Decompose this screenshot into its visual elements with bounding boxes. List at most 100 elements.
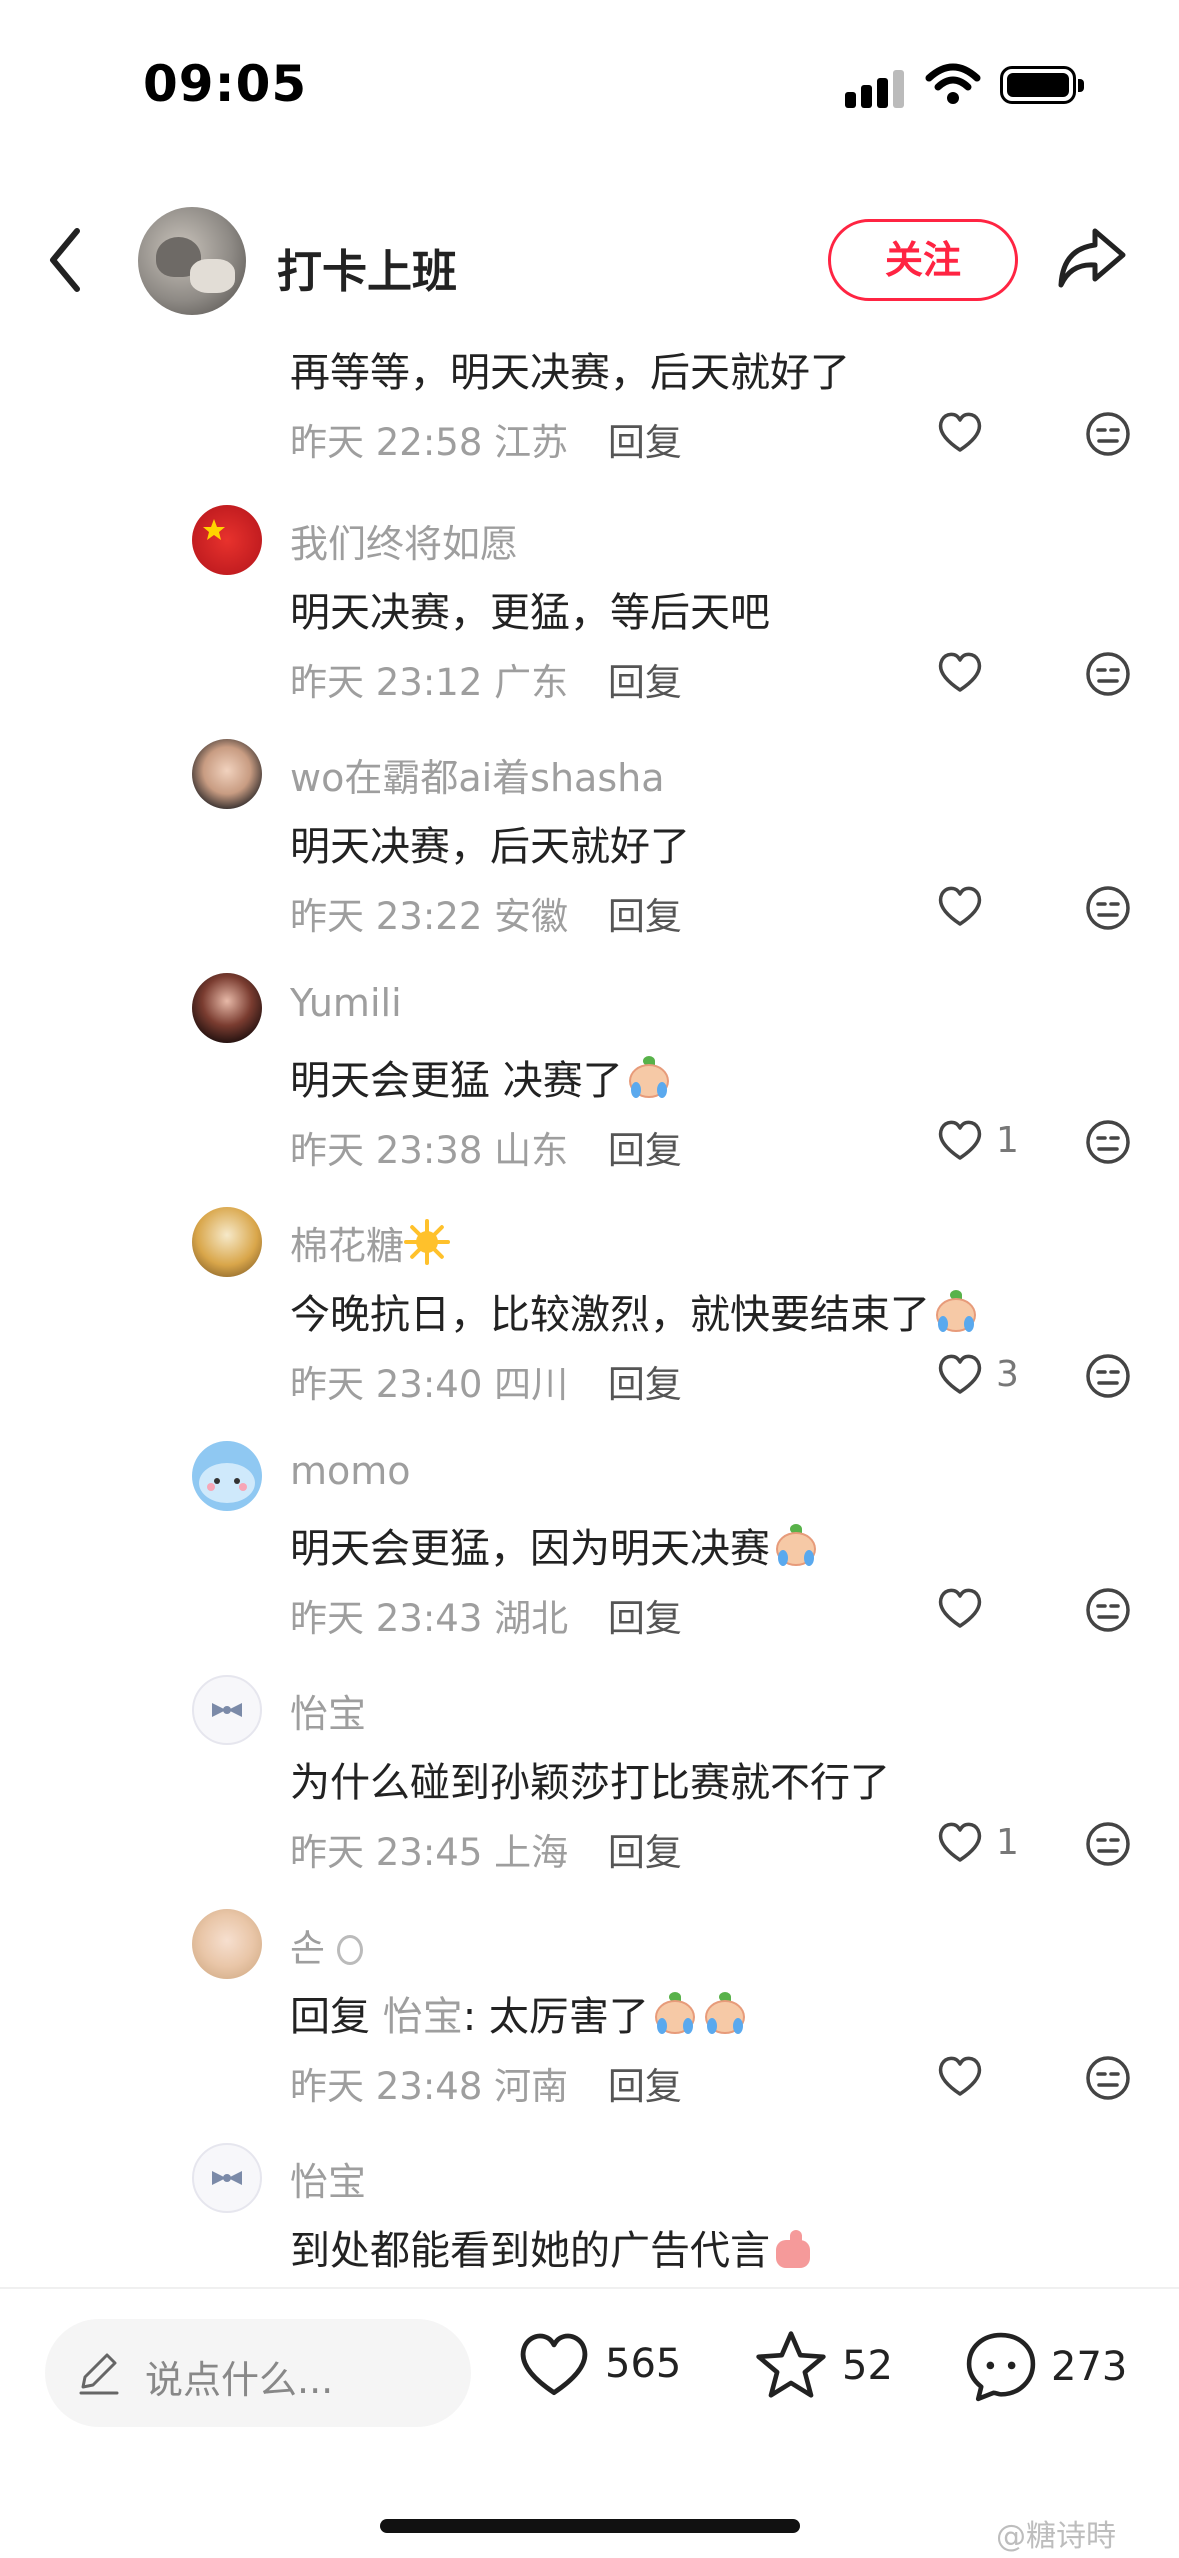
avatar[interactable] (192, 1675, 262, 1745)
header: 打卡上班 关注 (0, 195, 1179, 325)
comment-text: 回复 怡宝: 太厉害了 (290, 1984, 749, 2042)
comments-button[interactable]: 273 (963, 2329, 1127, 2405)
comment-meta: 昨天 23:22 安徽 回复 (290, 886, 682, 940)
comment-time: 昨天 23:12 (290, 661, 483, 704)
comment-text-content: 明天会更猛 决赛了 (290, 1058, 623, 1104)
avatar[interactable] (192, 973, 262, 1043)
avatar[interactable] (192, 1207, 262, 1277)
comment-meta: 昨天 23:48 河南 回复 (290, 2056, 682, 2110)
avatar[interactable] (192, 2143, 262, 2213)
like-button[interactable]: 3 (936, 1352, 1019, 1396)
comment-username[interactable]: 我们终将如愿 (290, 513, 518, 568)
comment-region: 湖北 (494, 1597, 569, 1640)
heart-icon (938, 886, 982, 926)
author-avatar[interactable] (138, 207, 246, 315)
comment-text-content: : 太厉害了 (462, 1994, 649, 2040)
dislike-icon[interactable] (1084, 1820, 1132, 1872)
like-count: 1 (996, 1821, 1019, 1863)
comment-time: 昨天 23:43 (290, 1597, 483, 1640)
avatar[interactable] (192, 1441, 262, 1511)
comment-time: 昨天 23:22 (290, 895, 483, 938)
comment-meta: 昨天 23:43 湖北 回复 (290, 1588, 682, 1642)
signal-icon (845, 68, 905, 108)
comment-count: 273 (1051, 2344, 1128, 2390)
crying-emoji-icon (625, 1056, 673, 1102)
reply-button[interactable]: 回复 (608, 2065, 682, 2108)
reply-button[interactable]: 回复 (608, 1597, 682, 1640)
reply-button[interactable]: 回复 (608, 1363, 682, 1406)
heart-icon (938, 652, 982, 692)
like-button[interactable]: 1 (936, 1118, 1019, 1162)
reply-button[interactable]: 回复 (608, 1831, 682, 1874)
avatar[interactable] (192, 505, 262, 575)
reply-button[interactable]: 回复 (608, 421, 682, 464)
comment-icon (966, 2332, 1036, 2402)
like-button[interactable] (936, 650, 996, 694)
comment-username[interactable]: Yumili (290, 981, 402, 1025)
comment-username[interactable]: 怡宝 (290, 2151, 366, 2206)
comment-time: 昨天 22:58 (290, 421, 483, 464)
pen-icon (77, 2349, 121, 2399)
like-button[interactable] (936, 410, 996, 454)
back-icon[interactable] (45, 225, 85, 299)
author-name[interactable]: 打卡上班 (277, 235, 457, 300)
comment-time: 昨天 23:45 (290, 1831, 483, 1874)
crying-emoji-icon (772, 1524, 820, 1570)
dislike-icon[interactable] (1084, 650, 1132, 702)
star-icon (756, 2331, 826, 2398)
bottom-bar: 说点什么... 565 52 273 @糖诗時 (0, 2287, 1179, 2558)
comment-region: 上海 (494, 1831, 569, 1874)
heart-icon (938, 412, 982, 452)
comment-meta: 昨天 23:38 山东 回复 (290, 1120, 682, 1174)
comment-time: 昨天 23:38 (290, 1129, 483, 1172)
comment-username[interactable]: 손 (290, 1917, 364, 1972)
comment-input[interactable]: 说点什么... (45, 2319, 471, 2427)
comment-username[interactable]: wo在霸都ai着shasha (290, 747, 665, 802)
reply-button[interactable]: 回复 (608, 1129, 682, 1172)
share-icon[interactable] (1055, 225, 1127, 295)
comment-username[interactable]: 棉花糖 (290, 1215, 451, 1270)
comment-text: 为什么碰到孙颖莎打比赛就不行了 (290, 1760, 890, 1806)
heart-icon (938, 1354, 982, 1394)
reply-prefix: 回复 (290, 1994, 370, 2040)
status-time: 09:05 (143, 55, 308, 113)
comment-text-content: 到处都能看到她的广告代言 (290, 2228, 770, 2274)
dislike-icon[interactable] (1084, 2054, 1132, 2106)
reply-button[interactable]: 回复 (608, 661, 682, 704)
dislike-icon[interactable] (1084, 410, 1132, 462)
comment-text: 到处都能看到她的广告代言 (290, 2218, 814, 2276)
comment-region: 广东 (494, 661, 569, 704)
comment-meta: 昨天 23:12 广东 回复 (290, 652, 682, 706)
comment-region: 山东 (494, 1129, 569, 1172)
follow-button[interactable]: 关注 (828, 219, 1018, 301)
dislike-icon[interactable] (1084, 1586, 1132, 1638)
comment-text-content: 今晚抗日，比较激烈，就快要结束了 (290, 1292, 930, 1338)
like-button[interactable] (936, 2054, 996, 2098)
comment-meta: 昨天 23:45 上海 回复 (290, 1822, 682, 1876)
comment-input-placeholder: 说点什么... (145, 2358, 334, 2402)
dislike-icon[interactable] (1084, 1352, 1132, 1404)
heart-icon (938, 1588, 982, 1628)
like-post-button[interactable]: 565 (515, 2329, 681, 2399)
avatar[interactable] (192, 1909, 262, 1979)
comment-text: 再等等，明天决赛，后天就好了 (290, 350, 850, 396)
comment-username[interactable]: momo (290, 1449, 411, 1493)
avatar[interactable] (192, 739, 262, 809)
comment-region: 江苏 (494, 421, 569, 464)
collect-button[interactable]: 52 (752, 2329, 893, 2403)
heart-icon (938, 1822, 982, 1862)
like-button[interactable] (936, 1586, 996, 1630)
comment-username[interactable]: 怡宝 (290, 1683, 366, 1738)
dislike-icon[interactable] (1084, 1118, 1132, 1170)
reply-to-user[interactable]: 怡宝 (383, 1994, 463, 2040)
heart-icon (938, 1120, 982, 1160)
comment-region: 四川 (494, 1363, 569, 1406)
dislike-icon[interactable] (1084, 884, 1132, 936)
home-indicator[interactable] (380, 2519, 800, 2533)
heart-icon (520, 2333, 588, 2396)
like-button[interactable] (936, 884, 996, 928)
like-count: 1 (996, 1119, 1019, 1161)
like-button[interactable]: 1 (936, 1820, 1019, 1864)
comment-username-text: 棉花糖 (290, 1224, 405, 1268)
reply-button[interactable]: 回复 (608, 895, 682, 938)
